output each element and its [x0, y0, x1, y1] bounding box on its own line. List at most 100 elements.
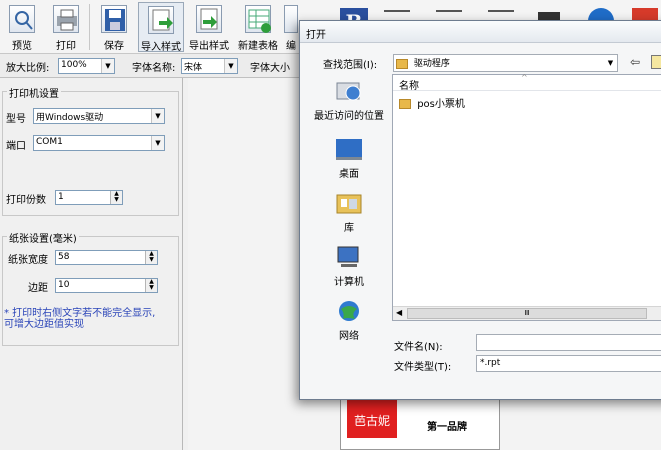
- place-library-label: 库: [344, 223, 354, 234]
- stepper-arrows-icon[interactable]: ▲ ▼: [145, 251, 157, 264]
- export-style-icon: [196, 5, 222, 33]
- receipt-line-1: 第一品牌: [427, 422, 467, 433]
- settings-panel: 打印机设置 型号 用Windows驱动 ▼ 端口 COM1 ▼ 打印份数 1 ▲…: [0, 78, 183, 450]
- place-computer[interactable]: 计算机: [310, 245, 388, 288]
- new-table-button[interactable]: 新建表格: [235, 2, 281, 52]
- printer-model-value: 用Windows驱动: [36, 113, 104, 123]
- margin-label: 边距: [28, 283, 48, 294]
- scroll-left-icon[interactable]: ◀: [396, 308, 402, 317]
- chevron-down-icon: ▼: [101, 59, 114, 73]
- printer-model-select[interactable]: 用Windows驱动 ▼: [33, 108, 165, 124]
- font-name-value: 宋体: [184, 63, 203, 73]
- lookin-select[interactable]: 驱动程序 ▼: [393, 54, 618, 72]
- sort-caret-icon: ^: [521, 73, 528, 82]
- filetype-label: 文件类型(T):: [394, 362, 452, 373]
- margin-value: 10: [58, 280, 70, 290]
- up-folder-icon[interactable]: [651, 55, 661, 69]
- filetype-select[interactable]: *.rpt: [476, 355, 661, 372]
- dialog-title: 打开: [306, 30, 326, 41]
- port-value: COM1: [36, 137, 63, 147]
- file-list: 名称 ^ pos小票机 ◀ Ⅲ: [392, 73, 661, 321]
- place-computer-label: 计算机: [334, 277, 364, 288]
- place-desktop[interactable]: 桌面: [310, 137, 388, 180]
- save-icon: [101, 5, 127, 33]
- chevron-down-icon: ▼: [224, 59, 237, 73]
- library-icon: [335, 191, 363, 215]
- recent-places-icon: [335, 79, 363, 103]
- import-style-label: 导入样式: [141, 42, 181, 53]
- stepper-arrows-icon[interactable]: ▲ ▼: [145, 279, 157, 292]
- filetype-value: *.rpt: [480, 358, 501, 368]
- port-select[interactable]: COM1 ▼: [33, 135, 165, 151]
- lookin-label: 查找范围(I):: [323, 60, 378, 71]
- place-recent[interactable]: 最近访问的位置: [310, 79, 388, 122]
- network-icon: [335, 299, 363, 323]
- place-library[interactable]: 库: [310, 191, 388, 234]
- scroll-thumb[interactable]: Ⅲ: [407, 308, 647, 319]
- save-button[interactable]: 保存: [92, 2, 136, 52]
- margin-stepper[interactable]: 10 ▲ ▼: [55, 278, 158, 293]
- logo-text: 芭古妮: [353, 414, 390, 428]
- new-table-label: 新建表格: [238, 41, 278, 52]
- margin-note-line1: * 打印时右侧文字若不能完全显示,: [4, 308, 156, 319]
- filename-input[interactable]: [476, 334, 661, 351]
- place-desktop-label: 桌面: [339, 169, 359, 180]
- copies-label: 打印份数: [6, 195, 46, 206]
- folder-icon: [396, 58, 408, 69]
- zoom-label: 放大比例:: [6, 63, 50, 74]
- export-style-label: 导出样式: [189, 41, 229, 52]
- place-recent-label: 最近访问的位置: [314, 111, 384, 122]
- dialog-titlebar: 打开: [300, 21, 661, 43]
- import-style-icon: [148, 6, 174, 34]
- places-bar: 最近访问的位置 桌面 库 计算机 网络: [310, 71, 388, 371]
- save-label: 保存: [104, 41, 124, 52]
- edit-button[interactable]: 编: [283, 2, 299, 52]
- chevron-down-icon: ▼: [151, 136, 164, 150]
- computer-icon: [335, 245, 363, 269]
- back-arrow-icon[interactable]: ⇦: [630, 55, 644, 69]
- preview-label: 预览: [12, 41, 32, 52]
- preview-icon: [9, 5, 35, 33]
- scroll-grip: Ⅲ: [524, 309, 530, 317]
- font-size-label: 字体大小: [250, 63, 290, 74]
- new-table-icon: [245, 5, 271, 33]
- desktop-icon: [335, 137, 363, 161]
- printer-icon: [53, 5, 79, 33]
- printer-settings-title: 打印机设置: [7, 85, 61, 100]
- place-network[interactable]: 网络: [310, 299, 388, 342]
- print-label: 打印: [56, 41, 76, 52]
- edit-icon: [284, 5, 298, 33]
- export-style-button[interactable]: 导出样式: [186, 2, 232, 52]
- import-style-button[interactable]: 导入样式: [138, 2, 184, 53]
- print-button[interactable]: 打印: [44, 2, 88, 52]
- chevron-down-icon: ▼: [151, 109, 164, 123]
- zoom-select[interactable]: 100% ▼: [58, 58, 115, 74]
- folder-icon: [399, 99, 411, 109]
- font-name-label: 字体名称:: [132, 63, 176, 74]
- model-label: 型号: [6, 114, 26, 125]
- preview-button[interactable]: 预览: [0, 2, 44, 52]
- paper-width-stepper[interactable]: 58 ▲ ▼: [55, 250, 158, 265]
- zoom-value: 100%: [61, 60, 87, 70]
- file-list-header: 名称 ^: [393, 73, 661, 92]
- copies-stepper[interactable]: 1 ▲ ▼: [55, 190, 123, 205]
- edit-label: 编: [286, 41, 296, 52]
- open-file-dialog: 打开 查找范围(I): 驱动程序 ▼ ⇦ 最近访问的位置 桌面 库 计算机 网络…: [299, 20, 661, 400]
- file-name: pos小票机: [417, 99, 465, 110]
- horizontal-scrollbar[interactable]: ◀ Ⅲ: [393, 306, 661, 320]
- stepper-arrows-icon[interactable]: ▲ ▼: [110, 191, 122, 204]
- lookin-value: 驱动程序: [413, 59, 450, 69]
- column-name[interactable]: 名称: [399, 77, 419, 92]
- paper-settings-title: 纸张设置(毫米): [7, 230, 79, 245]
- port-label: 端口: [6, 141, 26, 152]
- chevron-down-icon: ▼: [604, 55, 617, 71]
- paper-width-label: 纸张宽度: [8, 255, 48, 266]
- paper-width-value: 58: [58, 252, 70, 262]
- font-name-select[interactable]: 宋体 ▼: [181, 58, 238, 74]
- place-network-label: 网络: [339, 331, 359, 342]
- toolbar-divider: [89, 4, 90, 50]
- list-item[interactable]: pos小票机: [399, 95, 465, 110]
- margin-note-line2: 可增大边距值实现: [4, 319, 84, 330]
- copies-value: 1: [58, 192, 64, 202]
- filename-label: 文件名(N):: [394, 342, 443, 353]
